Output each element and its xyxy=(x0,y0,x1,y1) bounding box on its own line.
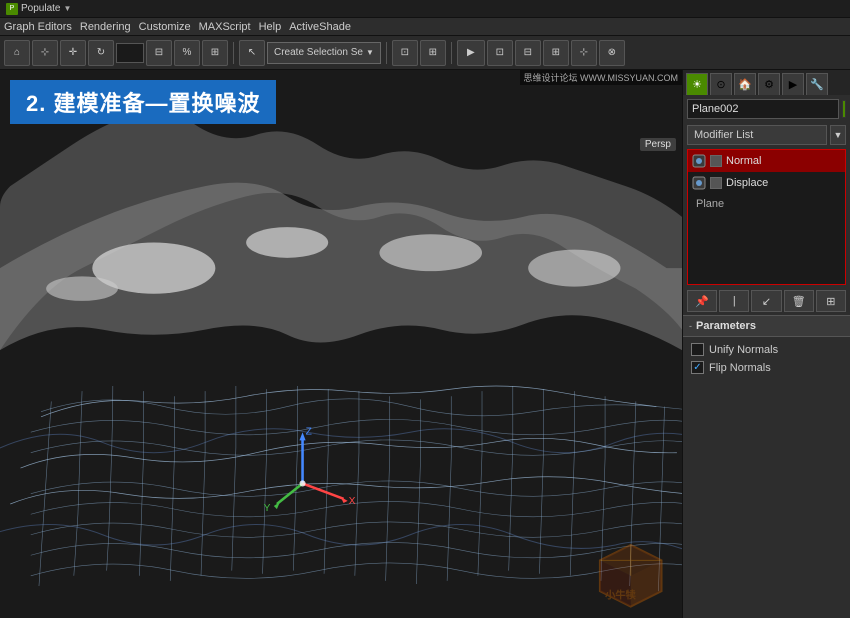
viewport-title: 2. 建模准备—置换噪波 xyxy=(10,80,276,124)
menu-maxscript[interactable]: MAXScript xyxy=(199,21,251,33)
modifier-normal-name: Normal xyxy=(726,155,761,167)
stack-btn-remove[interactable]: ↙ xyxy=(751,290,781,312)
populate-bar: P Populate ▼ xyxy=(0,0,850,18)
perspective-button[interactable]: Persp xyxy=(640,138,676,151)
menu-graph-editors[interactable]: Graph Editors xyxy=(4,21,72,33)
panel-tab-motion[interactable]: ▶ xyxy=(782,73,804,95)
populate-dropdown[interactable]: ▼ xyxy=(63,4,71,13)
toolbar-btn-home[interactable]: ⌂ xyxy=(4,40,30,66)
unify-normals-checkbox[interactable] xyxy=(691,343,704,356)
modifier-base-name: Plane xyxy=(696,198,724,210)
toolbar-btn-render[interactable]: ▶ xyxy=(457,40,485,66)
unify-normals-row: Unify Normals xyxy=(691,343,842,356)
toolbar-btn-align[interactable]: ⊡ xyxy=(392,40,418,66)
modifier-list-row: Modifier List ▼ xyxy=(683,123,850,147)
svg-text:Z: Z xyxy=(306,426,312,437)
panel-tabs: ☀ ⊙ 🏠 ⚙ ▶ 🔧 xyxy=(683,70,850,95)
toolbar-btn-graph[interactable]: ⊞ xyxy=(543,40,569,66)
modifier-displace-name: Displace xyxy=(726,177,768,189)
panel-tab-utilities[interactable]: ⚙ xyxy=(758,73,780,95)
toolbar-btn-scale[interactable]: ⊟ xyxy=(146,40,172,66)
params-body: Unify Normals Flip Normals xyxy=(683,337,850,380)
toolbar-separator-3 xyxy=(451,42,452,64)
params-header: - Parameters xyxy=(683,315,850,337)
toolbar-btn-rotate[interactable]: ↻ xyxy=(88,40,114,66)
toolbar-btn-snap[interactable]: ⊞ xyxy=(420,40,446,66)
object-name-row xyxy=(683,95,850,123)
menu-bar: Graph Editors Rendering Customize MAXScr… xyxy=(0,18,850,36)
toolbar-btn-render2[interactable]: ⊡ xyxy=(487,40,513,66)
populate-icon: P xyxy=(6,3,18,15)
modifier-list-dropdown[interactable]: ▼ xyxy=(830,125,846,145)
stack-empty xyxy=(688,214,845,284)
flip-normals-label: Flip Normals xyxy=(709,362,771,374)
toolbar-separator-2 xyxy=(386,42,387,64)
svg-text:小牛犊: 小牛犊 xyxy=(604,588,637,601)
object-name-input[interactable] xyxy=(687,99,839,119)
modifier-list-label: Modifier List xyxy=(687,125,827,145)
toolbar: ⌂ ⊹ ✛ ↻ 3 ⊟ % ⊞ ↖ Create Selection Se ▼ … xyxy=(0,36,850,70)
flip-normals-row: Flip Normals xyxy=(691,361,842,374)
toolbar-btn-extra1[interactable]: ⊹ xyxy=(571,40,597,66)
stack-btn-delete[interactable]: 🗑 xyxy=(784,290,814,312)
toolbar-btn-cursor[interactable]: ↖ xyxy=(239,40,265,66)
modifier-stack: Normal Displace Plane xyxy=(687,149,846,285)
menu-activeshade[interactable]: ActiveShade xyxy=(289,21,351,33)
stack-btn-pin[interactable]: 📌 xyxy=(687,290,717,312)
toolbar-btn-material[interactable]: ⊟ xyxy=(515,40,541,66)
viewport[interactable]: 思维设计论坛 WWW.MISSYUAN.COM 2. 建模准备—置换噪波 Per… xyxy=(0,70,682,618)
toolbar-btn-move[interactable]: ✛ xyxy=(60,40,86,66)
stack-btn-unique[interactable]: | xyxy=(719,290,749,312)
stack-buttons: 📌 | ↙ 🗑 ⊞ xyxy=(683,287,850,315)
toolbar-btn-select[interactable]: ⊹ xyxy=(32,40,58,66)
toolbar-separator xyxy=(233,42,234,64)
unify-normals-label: Unify Normals xyxy=(709,344,778,356)
params-collapse-btn[interactable]: - xyxy=(689,321,692,331)
menu-rendering[interactable]: Rendering xyxy=(80,21,131,33)
toolbar-btn-mirror[interactable]: ⊞ xyxy=(202,40,228,66)
svg-text:X: X xyxy=(349,496,356,507)
toolbar-btn-percent[interactable]: % xyxy=(174,40,200,66)
toolbar-number-input[interactable]: 3 xyxy=(116,43,144,63)
menu-customize[interactable]: Customize xyxy=(139,21,191,33)
stack-btn-config[interactable]: ⊞ xyxy=(816,290,846,312)
panel-tab-modify[interactable]: ☀ xyxy=(686,73,708,95)
modifier-item-normal[interactable]: Normal xyxy=(688,150,845,172)
main-content: 思维设计论坛 WWW.MISSYUAN.COM 2. 建模准备—置换噪波 Per… xyxy=(0,70,850,618)
modifier-base: Plane xyxy=(688,194,845,214)
toolbar-btn-extra2[interactable]: ⊗ xyxy=(599,40,625,66)
panel-tab-create[interactable]: ⊙ xyxy=(710,73,732,95)
populate-button[interactable]: P Populate ▼ xyxy=(6,3,71,15)
terrain-svg: Z Y X 小牛犊 xyxy=(0,70,682,618)
modifier-normal-color xyxy=(710,155,722,167)
right-panel: ☀ ⊙ 🏠 ⚙ ▶ 🔧 Modifier List ▼ xyxy=(682,70,850,618)
modifier-item-displace[interactable]: Displace xyxy=(688,172,845,194)
params-title: Parameters xyxy=(696,320,756,332)
modifier-displace-color xyxy=(710,177,722,189)
panel-tab-hierarchy[interactable]: 🔧 xyxy=(806,73,828,95)
modifier-normal-icon xyxy=(692,154,706,168)
populate-label: Populate xyxy=(21,3,60,14)
flip-normals-checkbox[interactable] xyxy=(691,361,704,374)
color-swatch[interactable] xyxy=(842,100,846,118)
create-selection-dropdown[interactable]: Create Selection Se ▼ xyxy=(267,42,381,64)
site-label: 思维设计论坛 WWW.MISSYUAN.COM xyxy=(520,70,683,85)
panel-tab-display[interactable]: 🏠 xyxy=(734,73,756,95)
menu-help[interactable]: Help xyxy=(259,21,282,33)
svg-text:Y: Y xyxy=(264,503,271,514)
modifier-displace-icon xyxy=(692,176,706,190)
